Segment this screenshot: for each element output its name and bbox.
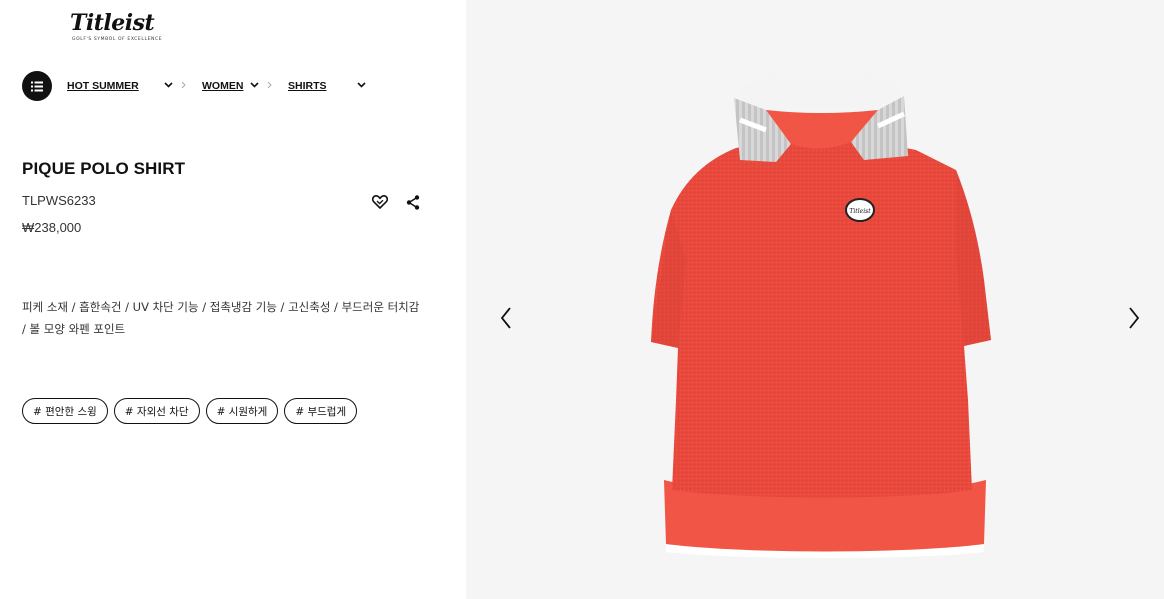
category-menu-button[interactable]	[22, 71, 52, 101]
next-image-button[interactable]	[1122, 306, 1146, 330]
share-icon	[406, 194, 420, 210]
chest-patch-text: Titleist	[849, 208, 871, 215]
breadcrumb-shirts[interactable]: SHIRTS	[288, 78, 327, 94]
titleist-logo[interactable]: Titleist GOLF'S SYMBOL OF EXCELLENCE	[70, 10, 163, 46]
chevron-right-icon	[1129, 307, 1140, 329]
logo-wordmark: Titleist	[70, 10, 155, 36]
product-price: ₩238,000	[22, 220, 82, 235]
shirt-collar-back	[736, 78, 904, 110]
chevron-down-icon[interactable]	[356, 80, 366, 90]
previous-image-button[interactable]	[494, 306, 518, 330]
chevron-down-icon[interactable]	[249, 80, 259, 90]
hashtag-list: # 편안한 스윙 # 자외선 차단 # 시원하게 # 부드럽게	[22, 398, 358, 424]
hashtag-chip[interactable]: # 자외선 차단	[113, 398, 200, 424]
shirt-body	[651, 136, 991, 498]
breadcrumb-hot-summer[interactable]: HOT SUMMER	[67, 78, 139, 94]
hashtag-chip[interactable]: # 시원하게	[205, 398, 279, 424]
product-title: PIQUE POLO SHIRT	[22, 159, 186, 178]
share-button[interactable]	[403, 192, 423, 212]
chevron-right-separator-icon	[179, 80, 187, 90]
wishlist-button[interactable]	[370, 192, 390, 212]
logo-tagline: GOLF'S SYMBOL OF EXCELLENCE	[72, 37, 163, 42]
product-info-panel: Titleist GOLF'S SYMBOL OF EXCELLENCE HOT…	[0, 0, 466, 599]
chevron-left-icon	[500, 307, 511, 329]
product-image: Titleist	[651, 78, 991, 558]
chevron-right-separator-icon	[265, 80, 273, 90]
hashtag-chip[interactable]: # 부드럽게	[284, 398, 358, 424]
chevron-down-icon[interactable]	[163, 80, 173, 90]
product-image-gallery: Titleist	[466, 0, 1164, 599]
product-code: TLPWS6233	[22, 193, 96, 208]
heart-icon	[372, 195, 388, 209]
hashtag-chip[interactable]: # 편안한 스윙	[22, 398, 108, 424]
menu-list-icon	[31, 81, 43, 91]
product-description: 피케 소재 / 흡한속건 / UV 차단 기능 / 접촉냉감 기능 / 고신축성…	[22, 300, 420, 336]
breadcrumb-women[interactable]: WOMEN	[202, 78, 243, 94]
